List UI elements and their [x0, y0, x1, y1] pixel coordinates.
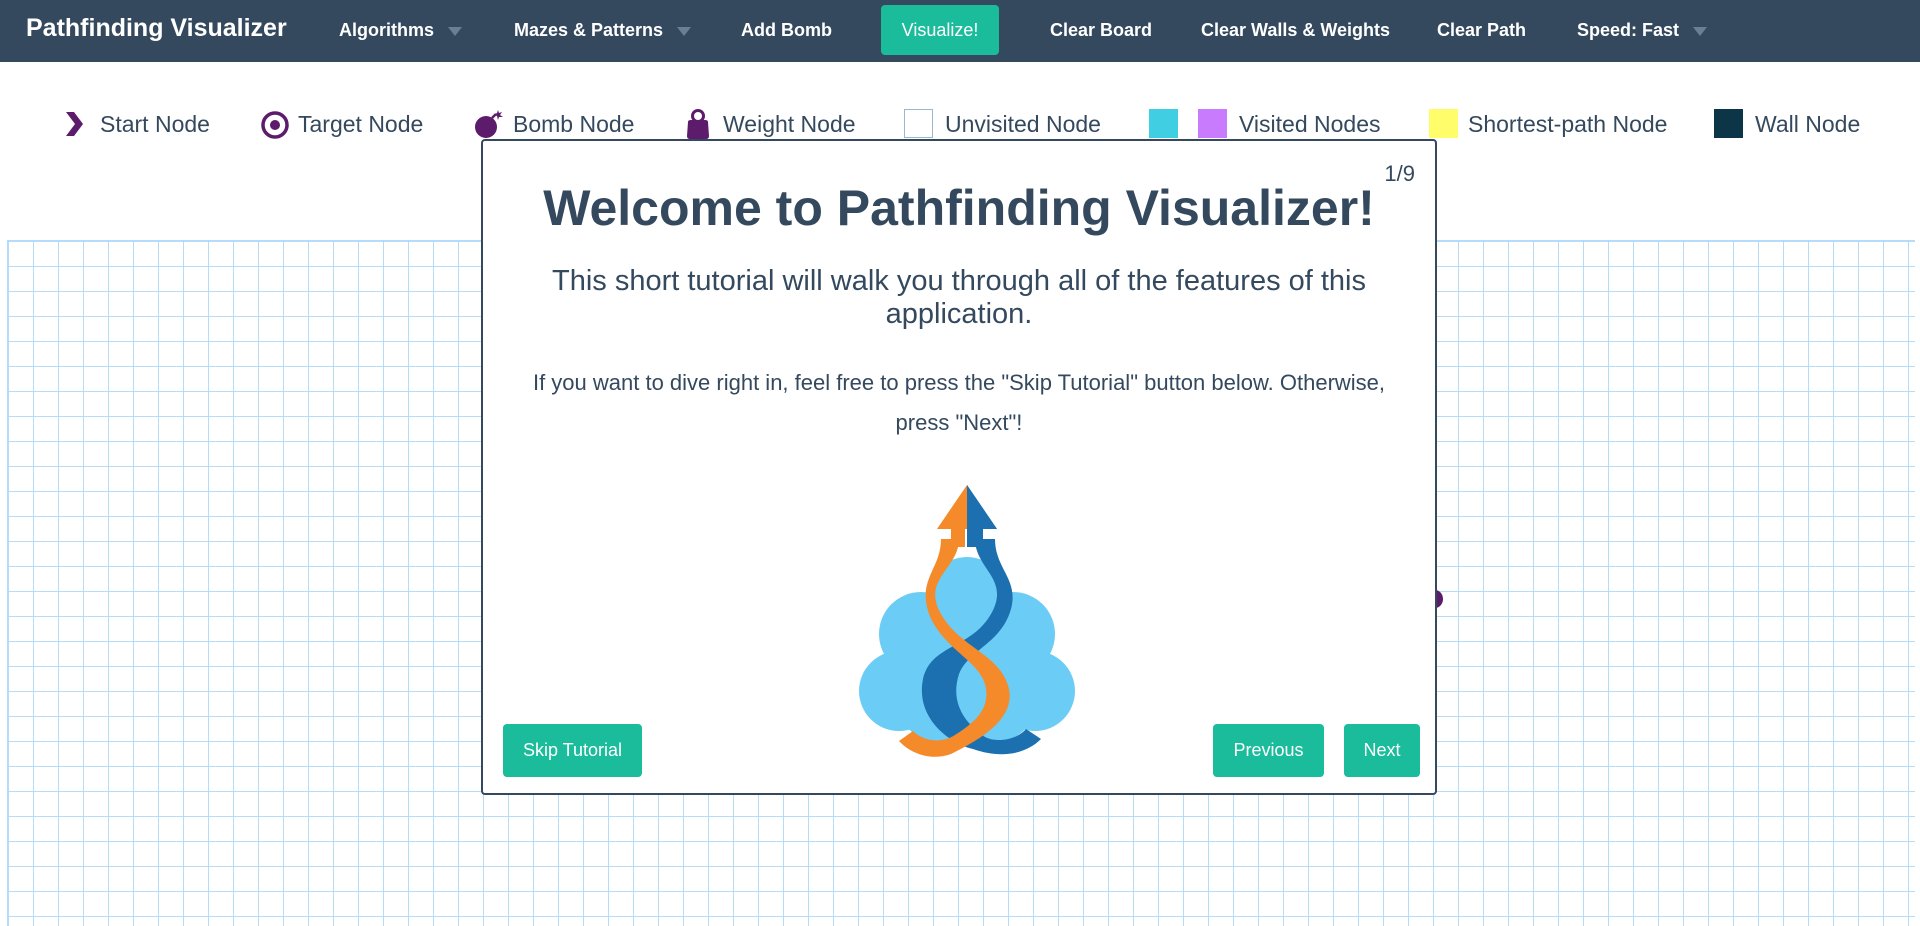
clear-board-button[interactable]: Clear Board: [1050, 20, 1152, 41]
legend-visited-label: Visited Nodes: [1239, 111, 1381, 137]
clear-path-button[interactable]: Clear Path: [1437, 20, 1526, 41]
legend-target-label: Target Node: [298, 111, 424, 137]
visited-swatch-cyan: [1149, 109, 1178, 138]
legend-bomb-label: Bomb Node: [513, 111, 635, 137]
target-icon: [261, 111, 289, 139]
algorithms-label: Algorithms: [339, 20, 435, 40]
mazes-dropdown[interactable]: Mazes & Patterns: [514, 20, 692, 41]
next-button[interactable]: Next: [1344, 724, 1420, 777]
speed-dropdown[interactable]: Speed: Fast: [1577, 20, 1708, 41]
legend-weight-label: Weight Node: [723, 111, 856, 137]
brand-title[interactable]: Pathfinding Visualizer: [26, 14, 287, 43]
skip-tutorial-button[interactable]: Skip Tutorial: [503, 724, 642, 777]
shortest-path-swatch: [1429, 109, 1458, 138]
modal-title: Welcome to Pathfinding Visualizer!: [543, 180, 1375, 236]
modal-subtitle: This short tutorial will walk you throug…: [552, 265, 1366, 330]
previous-button[interactable]: Previous: [1213, 724, 1324, 777]
caret-down-icon: [677, 26, 692, 36]
add-bomb-button[interactable]: Add Bomb: [741, 20, 832, 41]
legend-unvisited-label: Unvisited Node: [945, 111, 1101, 137]
clear-walls-weights-button[interactable]: Clear Walls & Weights: [1201, 20, 1390, 41]
weight-icon: [687, 109, 709, 139]
visualize-button[interactable]: Visualize!: [881, 5, 999, 55]
unvisited-swatch: [904, 109, 933, 138]
algorithms-dropdown[interactable]: Algorithms: [339, 20, 463, 41]
logo-icon: [859, 485, 1075, 757]
legend-wall-label: Wall Node: [1755, 111, 1861, 137]
chevron-right-icon: [66, 112, 83, 136]
legend-start-label: Start Node: [100, 111, 210, 137]
navbar: Pathfinding Visualizer Algorithms Mazes …: [0, 0, 1920, 62]
visited-swatch-purple: [1198, 109, 1227, 138]
caret-down-icon: [1693, 26, 1708, 36]
legend-shortest-label: Shortest-path Node: [1468, 111, 1668, 137]
caret-down-icon: [448, 26, 463, 36]
mazes-label: Mazes & Patterns: [514, 20, 664, 40]
tutorial-modal: 1/9 Welcome to Pathfinding Visualizer! T…: [481, 139, 1437, 795]
wall-swatch: [1714, 109, 1743, 138]
speed-label: Speed: Fast: [1577, 20, 1680, 40]
bomb-icon: [475, 110, 503, 138]
modal-body-text: If you want to dive right in, feel free …: [532, 370, 1386, 435]
